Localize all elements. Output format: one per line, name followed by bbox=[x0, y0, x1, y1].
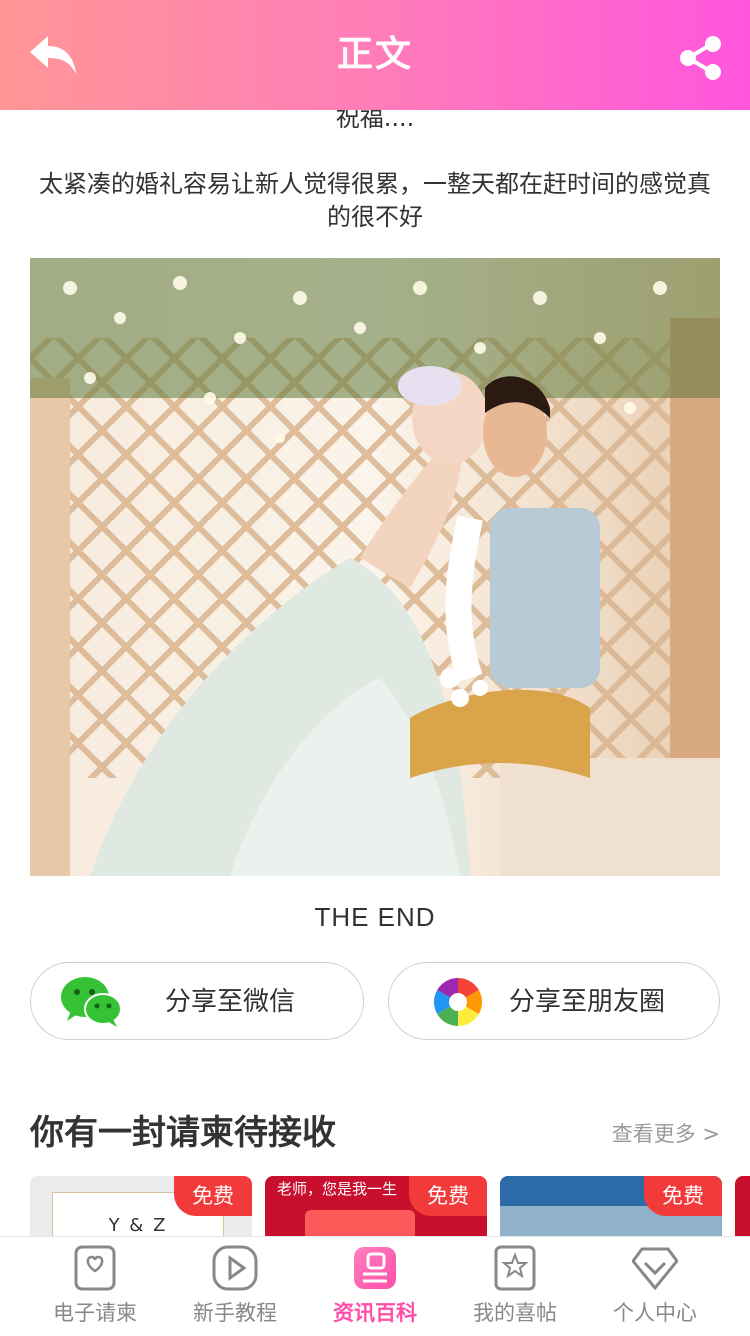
tab-label: 我的喜帖 bbox=[473, 1301, 557, 1325]
tab-profile[interactable]: 个人中心 bbox=[580, 1237, 730, 1336]
card-text: Y & Z bbox=[108, 1215, 168, 1236]
tab-label: 新手教程 bbox=[193, 1301, 277, 1325]
tab-label: 电子请柬 bbox=[53, 1301, 137, 1325]
diamond-icon bbox=[632, 1247, 678, 1291]
free-badge: 免费 bbox=[409, 1176, 487, 1216]
star-card-icon bbox=[494, 1245, 536, 1291]
card-text: 老师，您是我一生 bbox=[277, 1180, 398, 1198]
tab-my-invitations[interactable]: 我的喜帖 bbox=[440, 1237, 590, 1336]
wechat-icon bbox=[61, 977, 122, 1027]
wedding-photo bbox=[30, 258, 720, 876]
top-bar: 正文 bbox=[0, 0, 750, 110]
tab-tutorial[interactable]: 新手教程 bbox=[160, 1237, 310, 1336]
play-icon bbox=[212, 1245, 258, 1291]
tab-news[interactable]: 资讯百科 bbox=[300, 1237, 450, 1336]
moments-aperture-icon bbox=[433, 978, 483, 1026]
share-to-wechat-button[interactable]: 分享至微信 bbox=[30, 962, 364, 1040]
share-to-wechat-label: 分享至微信 bbox=[165, 987, 296, 1017]
free-badge: 免费 bbox=[644, 1176, 722, 1216]
tab-label: 个人中心 bbox=[613, 1301, 697, 1325]
page-title: 正文 bbox=[336, 34, 413, 75]
tab-invitations[interactable]: 电子请柬 bbox=[20, 1237, 170, 1336]
the-end-text: THE END bbox=[314, 902, 436, 932]
free-badge: 免费 bbox=[174, 1176, 252, 1216]
view-more-link[interactable]: 查看更多 > bbox=[612, 1118, 720, 1148]
bottom-tab-bar: 电子请柬 新手教程 资讯百科 我的喜帖 个人中心 bbox=[0, 1236, 750, 1336]
invite-card-list: Y & Z 免费 老师，您是我一生 免费 免费 bbox=[0, 1176, 750, 1246]
article-paragraph: 太紧凑的婚礼容易让新人觉得很累，一整天都在赶时间的感觉真的很不好 bbox=[39, 170, 711, 231]
share-to-moments-label: 分享至朋友圈 bbox=[509, 987, 666, 1017]
share-to-moments-button[interactable]: 分享至朋友圈 bbox=[388, 962, 720, 1040]
invite-section-title: 你有一封请柬待接收 bbox=[30, 1113, 336, 1153]
heart-card-icon bbox=[74, 1245, 116, 1291]
share-icon[interactable] bbox=[676, 34, 724, 82]
tab-label: 资讯百科 bbox=[333, 1301, 417, 1325]
news-icon bbox=[354, 1247, 396, 1289]
